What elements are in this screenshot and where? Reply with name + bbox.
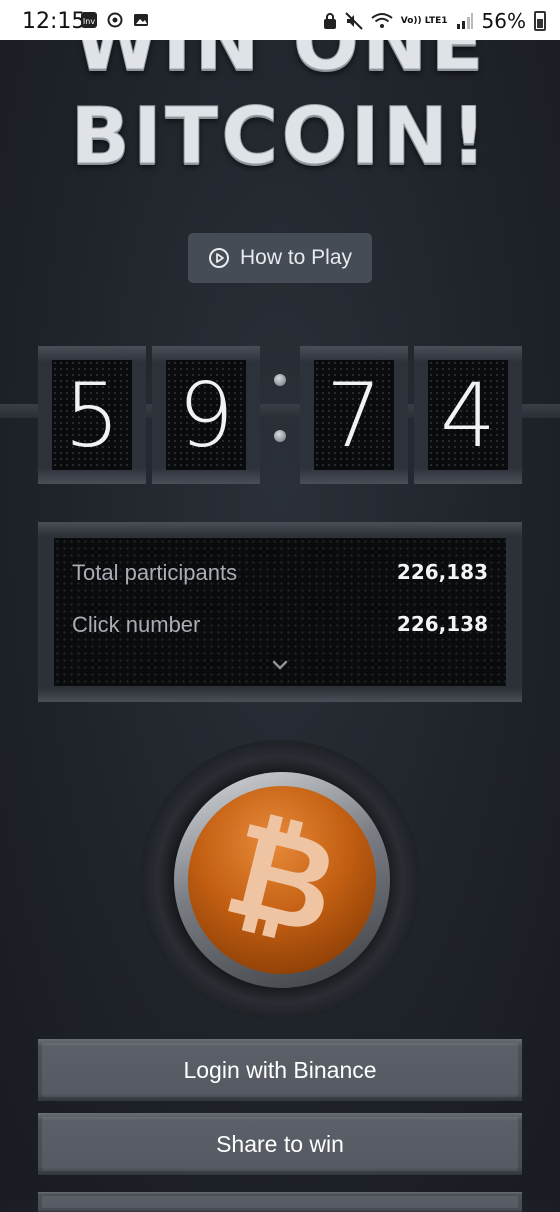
- chevron-down-icon[interactable]: [270, 658, 290, 672]
- colon-dot-top: [274, 374, 286, 386]
- stat-label: Click number: [72, 612, 201, 637]
- battery-icon: [534, 11, 546, 31]
- status-left-icons: Inv: [80, 11, 150, 29]
- stat-value: 226,138: [396, 612, 488, 636]
- how-to-play-label: How to Play: [239, 246, 353, 269]
- status-time: 12:15: [22, 9, 86, 34]
- digit-value: 5: [52, 360, 132, 470]
- login-button-label: Login with Binance: [183, 1056, 377, 1083]
- bitcoin-icon: ₿: [212, 791, 352, 965]
- mute-icon: [345, 12, 363, 30]
- counter-digit-3: 7: [300, 346, 408, 484]
- status-right: Vo)) LTE1 56%: [323, 9, 546, 33]
- share-to-win-button[interactable]: Share to win: [38, 1113, 522, 1175]
- login-with-binance-button[interactable]: Login with Binance: [38, 1039, 522, 1101]
- colon-dot-bottom: [274, 430, 286, 442]
- play-circle-icon: [208, 248, 229, 268]
- counter-digit-4: 4: [414, 346, 522, 484]
- digit-value: 4: [428, 360, 508, 470]
- title-line-2: BITCOIN!: [70, 92, 490, 183]
- battery-percent: 56%: [481, 9, 526, 33]
- stats-panel: Total participants 226,183 Click number …: [38, 522, 522, 702]
- counter-digit-2: 9: [152, 346, 260, 484]
- share-button-label: Share to win: [216, 1130, 344, 1157]
- bitcoin-click-button[interactable]: ₿: [188, 786, 376, 974]
- stat-row-participants: Total participants 226,183: [72, 560, 488, 586]
- digit-value: 9: [166, 360, 246, 470]
- stat-label: Total participants: [72, 560, 238, 585]
- image-icon: [134, 14, 148, 26]
- partial-bottom-button[interactable]: [38, 1192, 522, 1212]
- sync-icon: [107, 12, 123, 28]
- how-to-play-button[interactable]: How to Play: [188, 233, 372, 283]
- lock-icon: [323, 13, 336, 29]
- title-line-1: WIN ONE: [73, 40, 487, 89]
- network-label: Vo)) LTE1: [400, 15, 448, 26]
- stats-panel-inner: Total participants 226,183 Click number …: [54, 538, 506, 686]
- inv-app-icon: Inv: [81, 12, 97, 28]
- stat-row-click-number: Click number 226,138: [72, 612, 488, 638]
- svg-text:Inv: Inv: [83, 17, 95, 26]
- hero-title: WIN ONE BITCOIN!: [0, 40, 560, 190]
- wifi-icon: [371, 13, 393, 28]
- status-bar: 12:15 Inv Vo)) LTE1 56%: [0, 0, 560, 40]
- stat-value: 226,183: [396, 560, 488, 584]
- signal-icon: [456, 13, 473, 29]
- digit-value: 7: [314, 360, 394, 470]
- counter-digit-1: 5: [38, 346, 146, 484]
